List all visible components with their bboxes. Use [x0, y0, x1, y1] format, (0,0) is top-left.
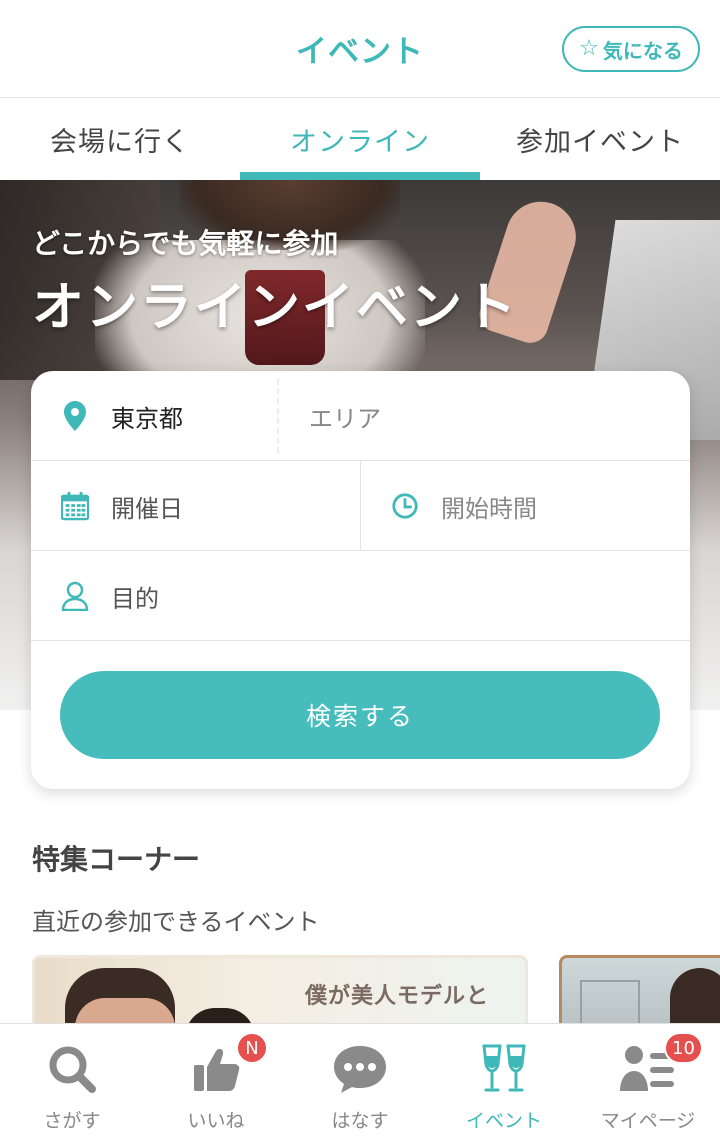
favorite-button[interactable]: ☆ 気になる [562, 26, 700, 72]
location-row: 東京都 エリア [31, 371, 690, 461]
nav-label: さがす [43, 1110, 101, 1132]
tab-joined-events[interactable]: 参加イベント [480, 99, 720, 180]
notification-badge: 10 [664, 1032, 703, 1064]
search-card: 東京都 エリア 開催日 開始時間 目的 検索する [31, 371, 690, 789]
nav-label: イベント [465, 1110, 542, 1132]
nav-mypage[interactable]: 10 マイページ [576, 1024, 720, 1136]
nav-events[interactable]: イベント [432, 1024, 576, 1136]
area-select[interactable]: エリア [309, 371, 381, 461]
divider [360, 461, 361, 551]
featured-section-subtitle: 直近の参加できるイベント [32, 908, 320, 936]
datetime-row: 開催日 開始時間 [31, 461, 690, 551]
nav-label: いいね [187, 1110, 245, 1132]
tab-bar: 会場に行く オンライン 参加イベント [0, 99, 720, 180]
date-select[interactable]: 開催日 [61, 461, 361, 551]
purpose-row: 目的 [31, 551, 690, 641]
nav-label: はなす [331, 1110, 389, 1132]
hero-subtitle: どこからでも気軽に参加 [32, 227, 339, 260]
nav-search[interactable]: さがす [0, 1024, 144, 1136]
nav-likes[interactable]: N いいね [144, 1024, 288, 1136]
time-select[interactable]: 開始時間 [391, 461, 537, 551]
prefecture-value: 東京都 [111, 404, 183, 433]
header: イベント ☆ 気になる [0, 0, 720, 98]
champagne-glasses-icon [474, 1040, 534, 1098]
divider [277, 379, 279, 453]
search-button[interactable]: 検索する [60, 671, 660, 759]
favorite-button-label: 気になる [602, 38, 683, 63]
prefecture-select[interactable]: 東京都 [61, 371, 276, 461]
location-pin-icon [61, 401, 89, 431]
notification-badge: N [236, 1032, 268, 1064]
search-icon [42, 1040, 102, 1098]
chat-icon [330, 1040, 390, 1098]
time-placeholder: 開始時間 [441, 494, 537, 523]
person-icon [61, 581, 89, 611]
tab-online[interactable]: オンライン [240, 99, 480, 180]
purpose-select[interactable]: 目的 [61, 551, 159, 641]
purpose-placeholder: 目的 [111, 584, 159, 613]
app-root: イベント ☆ 気になる 会場に行く オンライン 参加イベント どこからでも気軽に… [0, 0, 720, 1136]
calendar-icon [61, 492, 89, 521]
date-placeholder: 開催日 [111, 494, 183, 523]
hero-title: オンラインイベント [32, 278, 519, 338]
star-outline-icon: ☆ [579, 36, 599, 61]
bottom-nav: さがす N いいね はなす イベント 10 マイページ [0, 1023, 720, 1136]
nav-label: マイページ [600, 1110, 696, 1132]
tab-venue[interactable]: 会場に行く [0, 99, 240, 180]
featured-section-title: 特集コーナー [32, 843, 201, 876]
event-card-title: 僕が美人モデルと [305, 983, 490, 1009]
nav-chat[interactable]: はなす [288, 1024, 432, 1136]
clock-icon [391, 492, 419, 520]
